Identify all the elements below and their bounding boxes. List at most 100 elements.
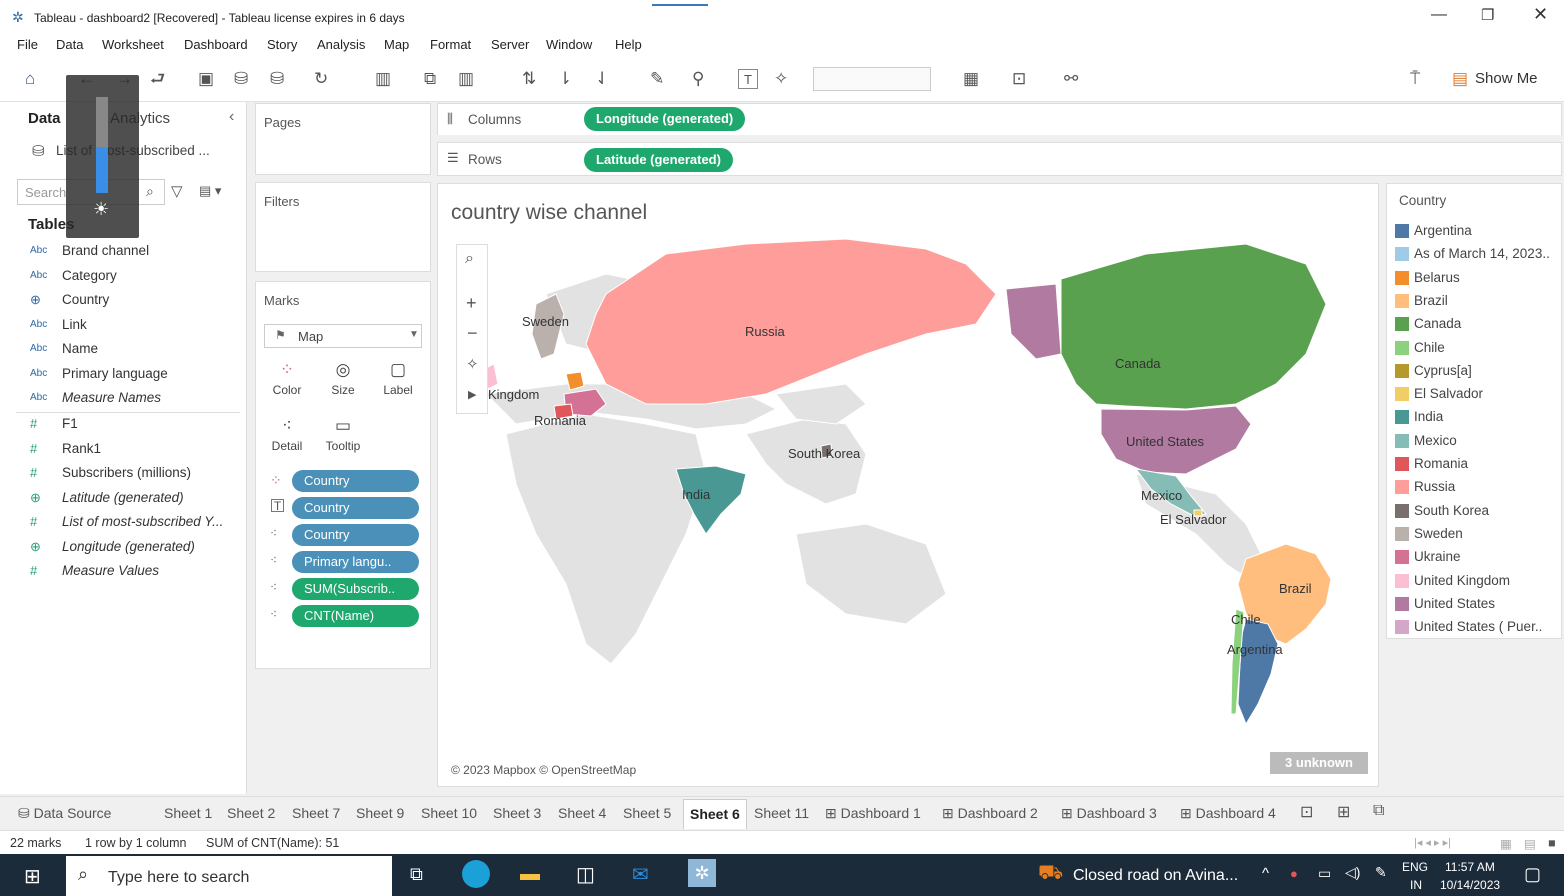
menu-server[interactable]: Server [491, 37, 529, 52]
field-list-count[interactable]: # List of most-subscribed Y... [0, 514, 240, 536]
language-indicator[interactable]: ENG [1402, 860, 1428, 874]
show-sheet-sorter-icon[interactable]: ■ [1548, 836, 1556, 850]
zoom-in-icon[interactable]: + [466, 293, 477, 314]
tableau-taskbar-icon[interactable]: ✲ [688, 859, 716, 887]
tab-dashboard-2[interactable]: ⊞ Dashboard 2 [942, 805, 1038, 822]
file-explorer-icon[interactable]: ▬ [520, 863, 540, 886]
show-cards-icon[interactable]: ▦ [963, 69, 979, 89]
field-primary-language[interactable]: Abc Primary language [0, 366, 240, 388]
menu-data[interactable]: Data [56, 37, 83, 52]
unknown-badge[interactable]: 3 unknown [1270, 752, 1368, 774]
size-button[interactable]: ◎ Size [320, 356, 366, 404]
pill-longitude[interactable]: Longitude (generated) [584, 107, 746, 131]
menu-story[interactable]: Story [267, 37, 297, 52]
tab-data-source[interactable]: ⛁ Data Source [18, 805, 111, 822]
field-measure-values[interactable]: # Measure Values [0, 563, 240, 585]
legend-item[interactable]: Sweden [1395, 524, 1560, 544]
tab-sheet-11[interactable]: Sheet 11 [754, 805, 809, 821]
pill-country-color[interactable]: Country [292, 470, 419, 492]
field-brand-channel[interactable]: Abc Brand channel [0, 243, 240, 265]
tab-dashboard-1[interactable]: ⊞ Dashboard 1 [825, 805, 921, 822]
tab-sheet-6[interactable]: Sheet 6 [683, 799, 747, 829]
legend-item[interactable]: Mexico [1395, 431, 1560, 451]
refresh-icon[interactable]: ↻ [314, 69, 328, 89]
notifications-icon[interactable]: ▢ [1524, 864, 1541, 885]
legend-item[interactable]: Romania [1395, 454, 1560, 474]
tab-sheet-5[interactable]: Sheet 5 [623, 805, 671, 821]
new-dashboard-tab-icon[interactable]: ⊞ [1337, 802, 1350, 822]
field-country[interactable]: ⊕ Country [0, 292, 240, 314]
pin-icon[interactable]: ✧ [774, 69, 788, 89]
show-tabs-icon[interactable]: ▤ [1524, 836, 1536, 851]
pill-country-detail[interactable]: Country [292, 524, 419, 546]
pill-country-label[interactable]: Country [292, 497, 419, 519]
fit-dropdown[interactable] [813, 67, 931, 91]
duplicate-sheet-icon[interactable]: ⧉ [424, 69, 436, 89]
rows-shelf[interactable]: ☰ Rows Latitude (generated) [437, 142, 1562, 176]
view-options-icon[interactable]: ▤ ▾ [199, 183, 221, 199]
collapse-pane-icon[interactable]: ‹ [229, 108, 234, 126]
legend-item[interactable]: United Kingdom [1395, 571, 1560, 591]
map-pin-icon[interactable]: ✧ [466, 355, 479, 373]
pill-sum-subscribers[interactable]: SUM(Subscrib.. [292, 578, 419, 600]
legend-item[interactable]: El Salvador [1395, 384, 1560, 404]
pill-primary-language[interactable]: Primary langu.. [292, 551, 419, 573]
detail-button[interactable]: ⁖ Detail [264, 412, 310, 460]
map-attribution[interactable]: © 2023 Mapbox © OpenStreetMap [451, 763, 636, 777]
expand-toolbar-icon[interactable]: ▶ [468, 388, 476, 401]
filter-icon[interactable]: ▽ [171, 182, 183, 200]
label-button[interactable]: ▢ Label [375, 356, 421, 404]
news-widget[interactable]: Closed road on Avina... [1073, 867, 1238, 885]
tab-sheet-9[interactable]: Sheet 9 [356, 805, 404, 821]
tray-chevron-icon[interactable]: ^ [1262, 865, 1269, 882]
new-worksheet-icon[interactable]: ▥ [375, 69, 391, 89]
field-latitude-generated[interactable]: ⊕ Latitude (generated) [0, 490, 240, 512]
legend-item[interactable]: Cyprus[a] [1395, 361, 1560, 381]
pause-datasource-icon[interactable]: ⛁ [270, 69, 284, 89]
presentation-icon[interactable]: ⊡ [1012, 69, 1026, 89]
new-datasource-icon[interactable]: ⛁ [234, 69, 248, 89]
pen-icon[interactable]: ✎ [1375, 864, 1387, 881]
columns-shelf[interactable]: ⫼ Columns Longitude (generated) [437, 103, 1562, 135]
show-filmstrip-icon[interactable]: ▦ [1500, 836, 1512, 851]
new-worksheet-tab-icon[interactable]: ⊡ [1300, 802, 1313, 822]
store-icon[interactable]: ◫ [576, 862, 595, 887]
highlight-toggle-icon[interactable]: ⍑ [1410, 69, 1420, 89]
close-button[interactable]: ✕ [1533, 4, 1548, 25]
menu-format[interactable]: Format [430, 37, 471, 52]
tab-data[interactable]: Data [28, 110, 61, 127]
taskbar-search-box[interactable]: ⌕ Type here to search [66, 856, 392, 896]
legend-item[interactable]: Russia [1395, 477, 1560, 497]
menu-analysis[interactable]: Analysis [317, 37, 365, 52]
legend-item[interactable]: United States ( Puer.. [1395, 617, 1560, 637]
tray-app-icon[interactable]: ● [1290, 866, 1298, 881]
legend-item[interactable]: Argentina [1395, 221, 1560, 241]
zoom-out-icon[interactable]: − [467, 323, 478, 344]
clock-time[interactable]: 11:57 AM [1445, 860, 1495, 874]
clear-sheet-icon[interactable]: ▥ [458, 69, 474, 89]
field-category[interactable]: Abc Category [0, 268, 240, 290]
brightness-level[interactable] [96, 147, 108, 193]
pages-card[interactable]: Pages [255, 103, 431, 175]
battery-icon[interactable]: ▭ [1318, 865, 1331, 882]
legend-item[interactable]: South Korea [1395, 501, 1560, 521]
map-view[interactable]: country wise channel Russia Sweden Kingd… [437, 183, 1379, 787]
legend-item[interactable]: Belarus [1395, 268, 1560, 288]
field-link[interactable]: Abc Link [0, 317, 240, 339]
field-subscribers[interactable]: # Subscribers (millions) [0, 465, 240, 487]
edge-browser-icon[interactable] [462, 860, 490, 888]
field-name[interactable]: Abc Name [0, 341, 240, 363]
home-icon[interactable]: ⌂ [25, 69, 35, 89]
field-rank1[interactable]: # Rank1 [0, 441, 240, 463]
filters-card[interactable]: Filters [255, 182, 431, 272]
volume-icon[interactable]: ◁) [1345, 864, 1360, 881]
menu-help[interactable]: Help [615, 37, 642, 52]
group-icon[interactable]: ⚲ [692, 69, 704, 89]
replay-icon[interactable]: ⮐ [150, 69, 165, 89]
legend-item[interactable]: Chile [1395, 338, 1560, 358]
legend-item[interactable]: India [1395, 407, 1560, 427]
menu-window[interactable]: Window [546, 37, 592, 52]
legend-item[interactable]: Ukraine [1395, 547, 1560, 567]
field-f1[interactable]: # F1 [0, 416, 240, 438]
show-labels-icon[interactable]: T [738, 69, 758, 89]
